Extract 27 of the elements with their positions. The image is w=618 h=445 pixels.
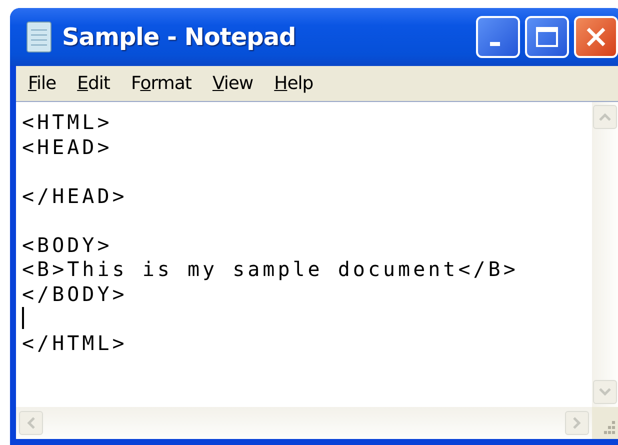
menu-item[interactable]: Format <box>122 70 204 97</box>
menu-item[interactable]: View <box>204 70 266 97</box>
document-text: <HTML> <HEAD> </HEAD> <BODY> <B>This is my sample document</B> </BODY> <box>22 110 518 306</box>
close-button[interactable] <box>574 16 618 58</box>
window-title: Sample - Notepad <box>62 22 296 53</box>
chevron-left-icon <box>26 416 36 430</box>
notepad-icon <box>24 20 54 54</box>
chevron-right-icon <box>572 416 582 430</box>
menu-item[interactable]: Help <box>266 70 326 97</box>
menu-item[interactable]: File <box>20 70 70 97</box>
chevron-up-icon <box>598 112 612 122</box>
scroll-left-button[interactable] <box>19 411 43 435</box>
maximize-button[interactable] <box>525 16 569 58</box>
close-icon <box>584 25 608 49</box>
scroll-right-button[interactable] <box>565 411 589 435</box>
chevron-down-icon <box>598 387 612 397</box>
document-text: </HTML> <box>22 330 128 355</box>
resize-grip-icon[interactable] <box>592 407 618 439</box>
minimize-button[interactable] <box>476 16 520 58</box>
horizontal-scrollbar[interactable] <box>16 407 592 439</box>
scroll-down-button[interactable] <box>593 380 617 404</box>
minimize-icon <box>490 42 500 46</box>
text-cursor <box>22 307 24 330</box>
vertical-scrollbar[interactable] <box>592 102 618 407</box>
menu-item[interactable]: Edit <box>69 70 123 97</box>
scroll-up-button[interactable] <box>593 105 617 129</box>
maximize-icon <box>534 25 560 49</box>
